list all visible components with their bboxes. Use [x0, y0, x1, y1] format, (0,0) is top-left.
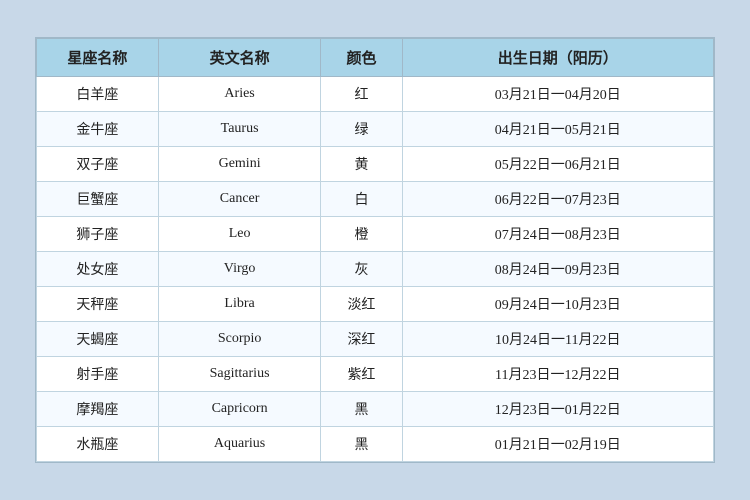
table-row: 白羊座Aries红03月21日一04月20日	[37, 77, 714, 112]
cell-english: Libra	[158, 287, 320, 322]
header-chinese: 星座名称	[37, 39, 159, 77]
cell-chinese: 射手座	[37, 357, 159, 392]
cell-color: 紫红	[321, 357, 402, 392]
cell-chinese: 金牛座	[37, 112, 159, 147]
cell-english: Cancer	[158, 182, 320, 217]
cell-color: 绿	[321, 112, 402, 147]
cell-date: 09月24日一10月23日	[402, 287, 713, 322]
cell-chinese: 双子座	[37, 147, 159, 182]
cell-english: Scorpio	[158, 322, 320, 357]
cell-date: 03月21日一04月20日	[402, 77, 713, 112]
cell-english: Capricorn	[158, 392, 320, 427]
cell-english: Taurus	[158, 112, 320, 147]
cell-chinese: 白羊座	[37, 77, 159, 112]
cell-english: Sagittarius	[158, 357, 320, 392]
cell-english: Aries	[158, 77, 320, 112]
cell-color: 黑	[321, 392, 402, 427]
cell-date: 07月24日一08月23日	[402, 217, 713, 252]
table-row: 双子座Gemini黄05月22日一06月21日	[37, 147, 714, 182]
cell-date: 06月22日一07月23日	[402, 182, 713, 217]
cell-english: Gemini	[158, 147, 320, 182]
header-color: 颜色	[321, 39, 402, 77]
cell-color: 深红	[321, 322, 402, 357]
cell-chinese: 巨蟹座	[37, 182, 159, 217]
cell-date: 01月21日一02月19日	[402, 427, 713, 462]
table-row: 巨蟹座Cancer白06月22日一07月23日	[37, 182, 714, 217]
cell-english: Leo	[158, 217, 320, 252]
cell-color: 白	[321, 182, 402, 217]
cell-date: 08月24日一09月23日	[402, 252, 713, 287]
cell-english: Aquarius	[158, 427, 320, 462]
zodiac-table-container: 星座名称 英文名称 颜色 出生日期（阳历） 白羊座Aries红03月21日一04…	[35, 37, 715, 463]
table-row: 射手座Sagittarius紫红11月23日一12月22日	[37, 357, 714, 392]
cell-chinese: 天秤座	[37, 287, 159, 322]
cell-color: 黄	[321, 147, 402, 182]
cell-date: 10月24日一11月22日	[402, 322, 713, 357]
cell-color: 灰	[321, 252, 402, 287]
table-row: 水瓶座Aquarius黑01月21日一02月19日	[37, 427, 714, 462]
zodiac-table: 星座名称 英文名称 颜色 出生日期（阳历） 白羊座Aries红03月21日一04…	[36, 38, 714, 462]
cell-color: 橙	[321, 217, 402, 252]
table-row: 摩羯座Capricorn黑12月23日一01月22日	[37, 392, 714, 427]
cell-english: Virgo	[158, 252, 320, 287]
cell-chinese: 天蝎座	[37, 322, 159, 357]
cell-chinese: 狮子座	[37, 217, 159, 252]
cell-date: 05月22日一06月21日	[402, 147, 713, 182]
table-header-row: 星座名称 英文名称 颜色 出生日期（阳历）	[37, 39, 714, 77]
cell-color: 淡红	[321, 287, 402, 322]
cell-chinese: 水瓶座	[37, 427, 159, 462]
cell-date: 12月23日一01月22日	[402, 392, 713, 427]
table-row: 狮子座Leo橙07月24日一08月23日	[37, 217, 714, 252]
table-row: 天秤座Libra淡红09月24日一10月23日	[37, 287, 714, 322]
header-date: 出生日期（阳历）	[402, 39, 713, 77]
header-english: 英文名称	[158, 39, 320, 77]
table-body: 白羊座Aries红03月21日一04月20日金牛座Taurus绿04月21日一0…	[37, 77, 714, 462]
cell-chinese: 处女座	[37, 252, 159, 287]
cell-date: 11月23日一12月22日	[402, 357, 713, 392]
cell-date: 04月21日一05月21日	[402, 112, 713, 147]
cell-color: 红	[321, 77, 402, 112]
table-row: 处女座Virgo灰08月24日一09月23日	[37, 252, 714, 287]
table-row: 金牛座Taurus绿04月21日一05月21日	[37, 112, 714, 147]
cell-chinese: 摩羯座	[37, 392, 159, 427]
table-row: 天蝎座Scorpio深红10月24日一11月22日	[37, 322, 714, 357]
cell-color: 黑	[321, 427, 402, 462]
